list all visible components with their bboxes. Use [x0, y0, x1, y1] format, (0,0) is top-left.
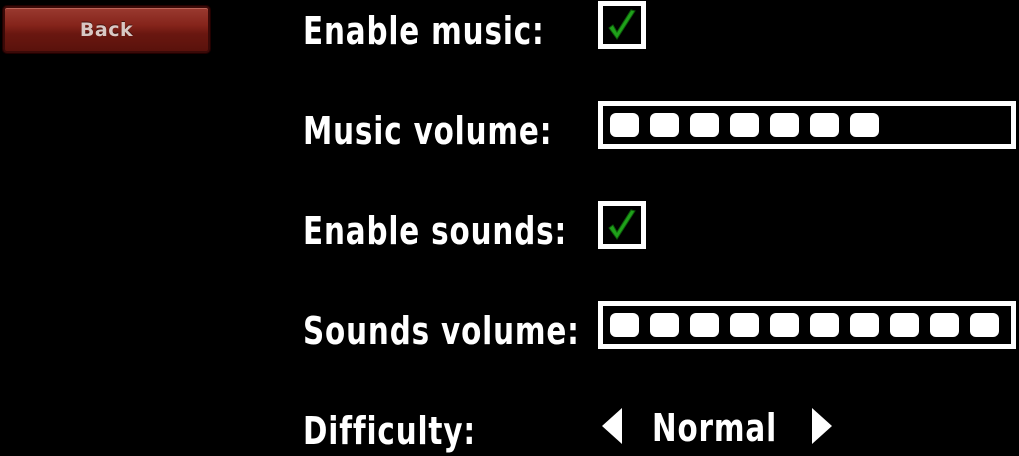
arrow-left-icon[interactable] — [602, 408, 622, 444]
volume-pip — [770, 113, 799, 137]
difficulty-label: Difficulty: — [303, 409, 476, 453]
back-button[interactable]: Back — [3, 6, 210, 53]
back-button-label: Back — [79, 18, 134, 41]
volume-pip — [610, 113, 639, 137]
volume-pip — [610, 313, 639, 337]
volume-pip — [770, 313, 799, 337]
enable-music-label: Enable music: — [303, 9, 545, 53]
difficulty-value: Normal — [652, 406, 778, 450]
volume-pip — [650, 113, 679, 137]
volume-pip — [810, 113, 839, 137]
sounds-volume-label: Sounds volume: — [303, 309, 580, 353]
volume-pip — [930, 313, 959, 337]
enable-sounds-label: Enable sounds: — [303, 209, 568, 253]
music-volume-slider[interactable] — [598, 101, 1016, 149]
enable-sounds-checkbox[interactable] — [598, 201, 646, 249]
enable-music-checkbox[interactable] — [598, 1, 646, 49]
volume-pip — [850, 313, 879, 337]
sounds-volume-slider[interactable] — [598, 301, 1016, 349]
volume-pip — [690, 313, 719, 337]
music-volume-label: Music volume: — [303, 109, 553, 153]
options-screen: Back Enable music: Music volume: Enable … — [0, 0, 1019, 456]
volume-pip — [650, 313, 679, 337]
volume-pip — [810, 313, 839, 337]
volume-pip — [970, 313, 999, 337]
volume-pip — [730, 113, 759, 137]
checkmark-icon — [608, 9, 636, 40]
checkmark-icon — [608, 209, 636, 240]
volume-pip — [730, 313, 759, 337]
volume-pip — [690, 113, 719, 137]
arrow-right-icon[interactable] — [812, 408, 832, 444]
volume-pip — [850, 113, 879, 137]
volume-pip — [890, 313, 919, 337]
